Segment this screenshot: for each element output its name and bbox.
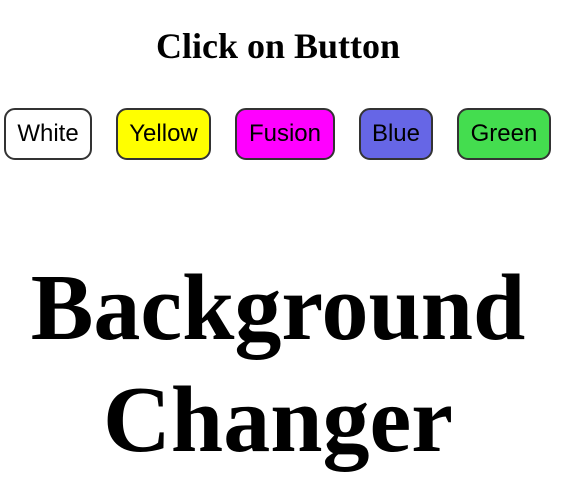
page-title-line-2: Changer xyxy=(103,368,453,472)
white-button[interactable]: White xyxy=(4,108,92,160)
page-subtitle: Click on Button xyxy=(155,26,401,66)
page-title-line-1: Background xyxy=(30,256,526,360)
yellow-button[interactable]: Yellow xyxy=(116,108,211,160)
fusion-button[interactable]: Fusion xyxy=(235,108,335,160)
blue-button[interactable]: Blue xyxy=(359,108,433,160)
page-title: Background Changer xyxy=(0,252,556,476)
green-button[interactable]: Green xyxy=(457,108,551,160)
